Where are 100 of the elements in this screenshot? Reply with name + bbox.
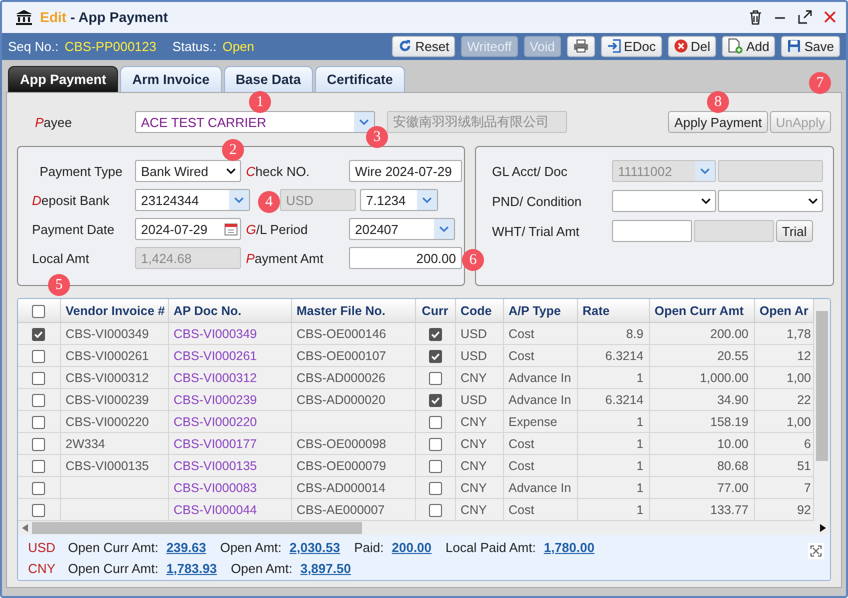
- field-label: WHT/ Trial Amt: [492, 224, 580, 238]
- checkbox[interactable]: [32, 438, 46, 451]
- column-header[interactable]: Master File No.: [291, 299, 415, 322]
- table-cell: CBS-OE000107: [291, 344, 415, 366]
- table-cell[interactable]: CBS-VI000261: [168, 344, 291, 366]
- dropdown-field[interactable]: Bank Wired: [135, 160, 241, 182]
- combo-field[interactable]: 7.1234: [360, 189, 438, 211]
- table-cell: 1,000.00: [649, 366, 754, 388]
- action-button[interactable]: Apply Payment: [668, 111, 768, 133]
- table-cell: 1: [577, 476, 649, 498]
- summary-value[interactable]: 2,030.53: [290, 540, 340, 555]
- checkbox[interactable]: [428, 372, 442, 385]
- field-label: Local Amt: [32, 250, 90, 266]
- column-header[interactable]: Code: [455, 299, 503, 322]
- trash-icon[interactable]: [749, 10, 762, 25]
- table-cell[interactable]: CBS-VI000177: [168, 432, 291, 454]
- summary-label: Open Amt:: [230, 561, 292, 576]
- table-cell: 20.55: [649, 344, 754, 366]
- chevron-down-icon: [700, 168, 710, 174]
- tab[interactable]: Certificate: [314, 66, 405, 92]
- summary-label: Local Paid Amt:: [446, 540, 536, 555]
- scroll-right-icon[interactable]: [820, 524, 826, 532]
- checkbox[interactable]: [32, 394, 46, 407]
- summary-value[interactable]: 1,783.93: [166, 561, 217, 576]
- checkbox[interactable]: [32, 504, 46, 517]
- checkbox[interactable]: [32, 350, 46, 363]
- toolbar-button[interactable]: Del: [668, 36, 716, 57]
- checkbox[interactable]: [428, 438, 442, 451]
- checkbox[interactable]: [32, 372, 46, 385]
- toolbar-button[interactable]: Add: [722, 36, 776, 57]
- table-cell[interactable]: CBS-VI000083: [168, 476, 291, 498]
- dropdown-field[interactable]: [718, 190, 823, 212]
- trial-button[interactable]: Trial: [776, 220, 813, 242]
- table-cell: Advance In: [503, 366, 577, 388]
- column-header[interactable]: Rate: [577, 299, 649, 322]
- tab[interactable]: Arm Invoice: [120, 66, 222, 92]
- table-cell: CNY: [455, 410, 503, 432]
- dropdown-field[interactable]: [612, 190, 716, 212]
- toolbar-button[interactable]: Reset: [392, 36, 456, 57]
- status-label: Status.:: [172, 38, 216, 54]
- column-header[interactable]: Open Curr Amt: [649, 299, 754, 322]
- combo-field[interactable]: 23124344: [135, 189, 250, 211]
- checkbox[interactable]: [428, 350, 442, 363]
- status-value: Open: [222, 38, 254, 54]
- column-header[interactable]: AP Doc No.: [168, 299, 291, 322]
- field-label: Check NO.: [246, 164, 310, 178]
- table-cell: CBS-AD000020: [291, 388, 415, 410]
- checkbox[interactable]: [32, 328, 46, 341]
- chevron-down-icon: [234, 197, 244, 203]
- close-icon[interactable]: [824, 11, 836, 24]
- column-header[interactable]: A/P Type: [503, 299, 577, 322]
- table-cell: Cost: [503, 344, 577, 366]
- chevron-down-icon: [226, 168, 236, 174]
- column-header[interactable]: Vendor Invoice #: [60, 299, 168, 322]
- input-field[interactable]: 200.00: [349, 247, 462, 269]
- checkbox[interactable]: [428, 460, 442, 473]
- expand-icon[interactable]: [808, 543, 824, 559]
- field-label: Deposit Bank: [32, 192, 110, 208]
- table-cell: Cost: [503, 432, 577, 454]
- checkbox[interactable]: [32, 482, 46, 495]
- summary-value[interactable]: 239.63: [166, 540, 206, 555]
- combo-field[interactable]: 202407: [349, 218, 455, 240]
- input-field[interactable]: [612, 220, 692, 242]
- table-cell[interactable]: CBS-VI000312: [168, 366, 291, 388]
- checkbox[interactable]: [428, 504, 442, 517]
- table-cell[interactable]: CBS-VI000239: [168, 388, 291, 410]
- table-cell: 34.90: [649, 388, 754, 410]
- input-field[interactable]: Wire 2024-07-29: [349, 160, 462, 182]
- maximize-icon[interactable]: [798, 10, 812, 24]
- toolbar-button[interactable]: EDoc: [600, 36, 662, 57]
- combo-field[interactable]: ACE TEST CARRIER: [135, 111, 375, 133]
- checkbox[interactable]: [428, 482, 442, 495]
- summary-value[interactable]: 200.00: [392, 540, 432, 555]
- currency-code: CNY: [28, 561, 56, 576]
- table-cell: CNY: [455, 476, 503, 498]
- column-header[interactable]: Open Ar: [754, 299, 814, 322]
- summary-value[interactable]: 3,897.50: [300, 561, 351, 576]
- checkbox[interactable]: [428, 416, 442, 429]
- table-cell: Advance In: [503, 388, 577, 410]
- table-cell: CBS-VI000135: [60, 454, 168, 476]
- checkbox[interactable]: [32, 416, 46, 429]
- currency-code: USD: [28, 540, 56, 555]
- table-cell[interactable]: CBS-VI000349: [168, 322, 291, 344]
- toolbar-button[interactable]: Save: [781, 36, 840, 57]
- checkbox[interactable]: [32, 460, 46, 473]
- column-header[interactable]: Curr: [415, 299, 455, 322]
- summary-value[interactable]: 1,780.00: [544, 540, 594, 555]
- sign-in-icon: [606, 39, 621, 54]
- table-cell: Cost: [503, 454, 577, 476]
- table-cell: 158.19: [649, 410, 754, 432]
- checkbox[interactable]: [32, 304, 46, 318]
- date-field[interactable]: 2024-07-29: [135, 218, 241, 240]
- checkbox[interactable]: [428, 328, 442, 341]
- table-cell[interactable]: CBS-VI000220: [168, 410, 291, 432]
- toolbar-button[interactable]: [566, 36, 595, 57]
- checkbox[interactable]: [428, 394, 442, 407]
- table-cell[interactable]: CBS-VI000135: [168, 454, 291, 476]
- scroll-left-icon[interactable]: [22, 524, 28, 532]
- tab[interactable]: Base Data: [224, 66, 313, 92]
- tab[interactable]: App Payment: [8, 66, 118, 92]
